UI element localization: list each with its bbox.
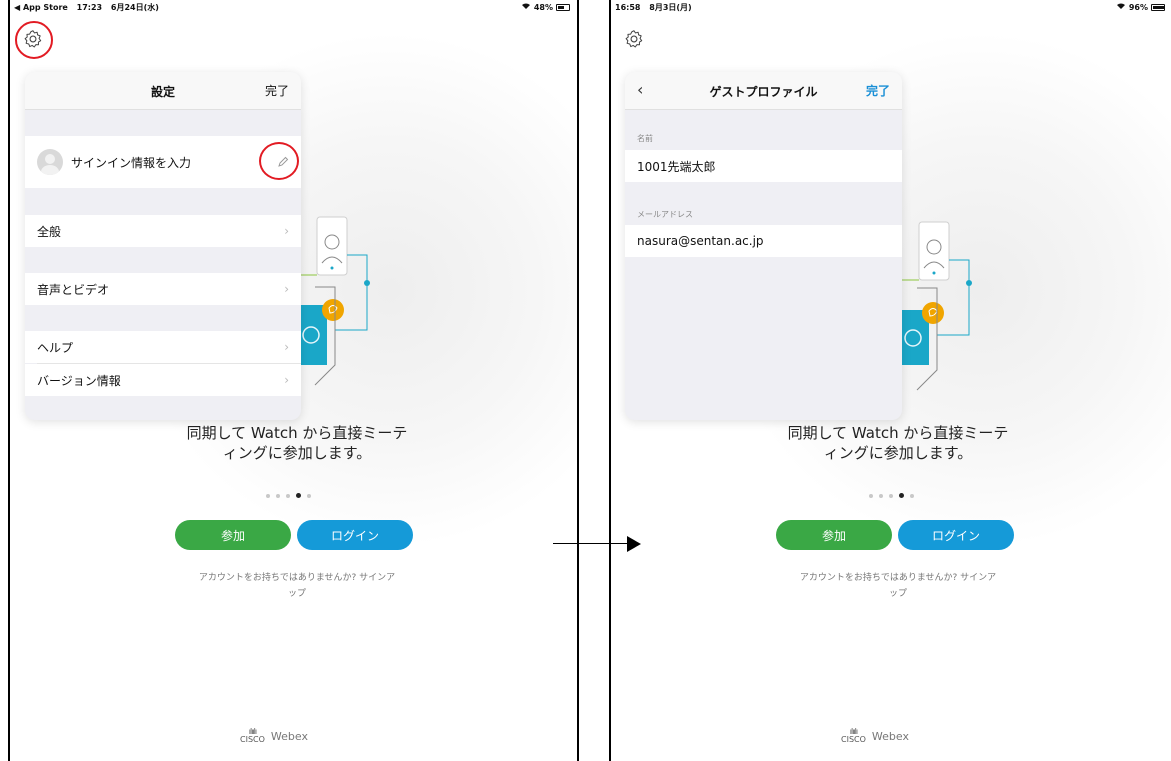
settings-item-label: バージョン情報 [37, 373, 121, 388]
settings-item-label: ヘルプ [37, 340, 74, 355]
login-button[interactable]: ログイン [898, 520, 1014, 550]
status-bar: ◀ App Store 17:23 6月24日(水) 48% [10, 0, 578, 14]
guest-profile-panel: ‹ ゲストプロファイル 完了 名前 1001先端太郎 メールアドレス nasur… [625, 72, 902, 420]
page-dot[interactable] [276, 493, 280, 498]
highlight-circle [259, 142, 299, 180]
login-button[interactable]: ログイン [297, 520, 413, 550]
email-field-value: nasura@sentan.ac.jp [637, 234, 764, 248]
highlight-circle [15, 21, 53, 59]
done-button[interactable]: 完了 [866, 82, 890, 99]
page-dot[interactable] [910, 493, 914, 498]
sign-in-info-label: サインイン情報を入力 [71, 155, 192, 170]
cisco-webex-logo: ılıılı CISCO Webex [841, 728, 909, 744]
watch-illustration [897, 221, 972, 391]
gear-icon[interactable] [623, 28, 645, 50]
right-screen: 16:58 8月3日(月) 96% ‹ ゲストプロファイル 完了 名前 1001… [611, 0, 1171, 761]
page-dot[interactable] [879, 493, 883, 498]
settings-header: 設定 完了 [25, 72, 301, 110]
guest-profile-title: ゲストプロファイル [709, 85, 818, 99]
name-field[interactable]: 1001先端太郎 [625, 150, 902, 182]
cisco-wordmark: CISCO [841, 735, 866, 744]
name-field-label: 名前 [637, 134, 653, 143]
page-indicator[interactable] [869, 493, 914, 498]
page-dot-active[interactable] [296, 493, 301, 498]
page-dot[interactable] [266, 493, 270, 498]
name-field-value: 1001先端太郎 [637, 159, 716, 174]
email-field[interactable]: nasura@sentan.ac.jp [625, 225, 902, 257]
status-time: 17:23 [76, 3, 103, 12]
wifi-icon [1116, 2, 1126, 12]
settings-panel: 設定 完了 サインイン情報を入力 全般 › 音声とビデオ › ヘルプ › バージ… [25, 72, 301, 420]
join-button[interactable]: 参加 [175, 520, 291, 550]
onboarding-tagline: 同期して Watch から直接ミーテ ィングに参加します。 [787, 424, 1009, 462]
signup-link[interactable]: アカウントをお持ちではありませんか? サインア ップ [172, 570, 422, 602]
done-button[interactable]: 完了 [265, 82, 289, 99]
settings-title: 設定 [150, 85, 175, 99]
back-to-app-store[interactable]: ◀ App Store [14, 3, 68, 12]
join-button[interactable]: 参加 [776, 520, 892, 550]
settings-item-general[interactable]: 全般 › [25, 215, 301, 247]
settings-item-help[interactable]: ヘルプ › [25, 331, 301, 363]
middle-border [577, 0, 579, 761]
arrow-right-icon [627, 536, 641, 552]
settings-item-label: 音声とビデオ [37, 282, 110, 297]
watch-illustration [295, 216, 370, 386]
chevron-right-icon: › [284, 373, 289, 387]
page-indicator[interactable] [266, 493, 311, 498]
guest-profile-header: ‹ ゲストプロファイル 完了 [625, 72, 902, 110]
avatar-icon [37, 149, 63, 175]
wifi-icon [521, 2, 531, 12]
status-date: 6月24日(水) [110, 3, 159, 12]
webex-wordmark: Webex [270, 729, 308, 743]
battery-percent: 48% [533, 2, 553, 12]
cisco-webex-logo: ılıılı CISCO Webex [240, 728, 308, 744]
battery-icon [1151, 3, 1165, 11]
battery-percent: 96% [1128, 2, 1148, 12]
transition-arrow-line [553, 543, 628, 544]
chevron-right-icon: › [284, 224, 289, 238]
settings-item-version[interactable]: バージョン情報 › [25, 364, 301, 396]
battery-icon [556, 3, 570, 11]
onboarding-tagline: 同期して Watch から直接ミーテ ィングに参加します。 [186, 424, 408, 462]
left-border [8, 0, 10, 761]
status-time: 16:58 [615, 3, 641, 12]
page-dot[interactable] [307, 493, 311, 498]
webex-wordmark: Webex [871, 729, 909, 743]
left-screen: ◀ App Store 17:23 6月24日(水) 48% 設定 完了 サイン… [10, 0, 578, 761]
page-dot[interactable] [869, 493, 873, 498]
settings-item-audio-video[interactable]: 音声とビデオ › [25, 273, 301, 305]
email-field-label: メールアドレス [637, 210, 693, 219]
signup-link[interactable]: アカウントをお持ちではありませんか? サインア ップ [773, 570, 1023, 602]
status-date: 8月3日(月) [649, 3, 692, 12]
chevron-right-icon: › [284, 282, 289, 296]
settings-item-label: 全般 [37, 224, 62, 239]
page-dot[interactable] [286, 493, 290, 498]
chevron-right-icon: › [284, 340, 289, 354]
cisco-wordmark: CISCO [240, 735, 265, 744]
page-dot-active[interactable] [899, 493, 904, 498]
page-dot[interactable] [889, 493, 893, 498]
status-bar: 16:58 8月3日(月) 96% [611, 0, 1171, 14]
